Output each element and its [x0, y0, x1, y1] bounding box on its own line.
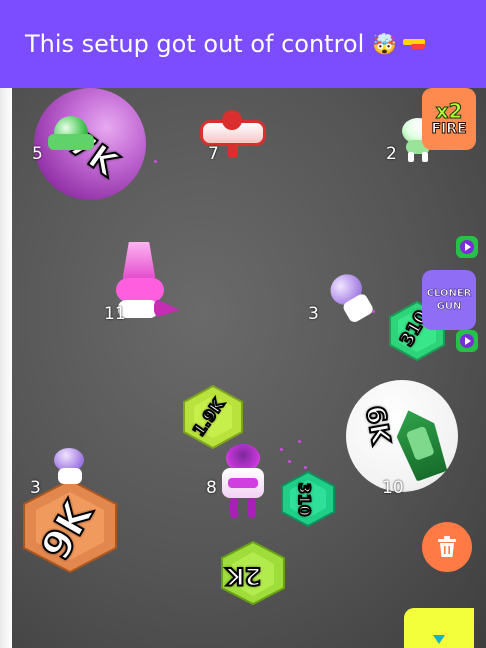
spark-particle	[372, 310, 375, 313]
trash-button[interactable]	[422, 522, 472, 572]
fire-multiplier: x2	[435, 99, 463, 123]
play-icon[interactable]	[456, 236, 478, 258]
turret-3b[interactable]	[50, 448, 90, 488]
header-banner: This setup got out of control 🤯	[0, 0, 486, 88]
turret-7-level: 7	[208, 144, 219, 164]
gun-icon	[403, 37, 427, 51]
cloner-label-line2: GUN	[436, 301, 462, 313]
cloner-gun-button[interactable]: CLONER GUN	[422, 270, 476, 330]
turret-5-level: 5	[32, 144, 43, 164]
turret-3a-level: 3	[308, 304, 319, 324]
green-hex-center-value: 310	[294, 482, 315, 517]
turret-2-level: 2	[386, 144, 397, 164]
exploding-head-icon: 🤯	[372, 32, 398, 56]
fire-label: FIRE	[431, 121, 467, 138]
spark-particle	[298, 440, 301, 443]
header-title: This setup got out of control	[25, 30, 365, 58]
game-screen[interactable]: 7K 5 7 2 11 3 310 1.9K 6K 10 8 310 9K 3 …	[12, 88, 486, 648]
spark-particle	[288, 460, 291, 463]
chevron-down-icon	[433, 635, 445, 644]
turret-10-level: 10	[382, 478, 404, 498]
turret-8[interactable]	[214, 444, 272, 524]
turret-3b-level: 3	[30, 478, 41, 498]
play-icon[interactable]	[456, 330, 478, 352]
turret-8-level: 8	[206, 478, 217, 498]
turret-11-level: 11	[104, 304, 126, 324]
spark-particle	[154, 160, 157, 163]
spark-particle	[304, 466, 307, 469]
spark-particle	[280, 448, 283, 451]
turret-5[interactable]	[48, 114, 98, 158]
lime-hex-value: 2K	[225, 561, 262, 591]
turret-3a[interactable]	[320, 264, 389, 335]
cloner-label-line1: CLONER	[426, 288, 472, 300]
phone-edge	[0, 88, 12, 648]
bottom-drawer-tab[interactable]	[404, 608, 474, 648]
fire-boost-button[interactable]: x2 FIRE	[422, 88, 476, 150]
trash-icon	[438, 536, 456, 557]
